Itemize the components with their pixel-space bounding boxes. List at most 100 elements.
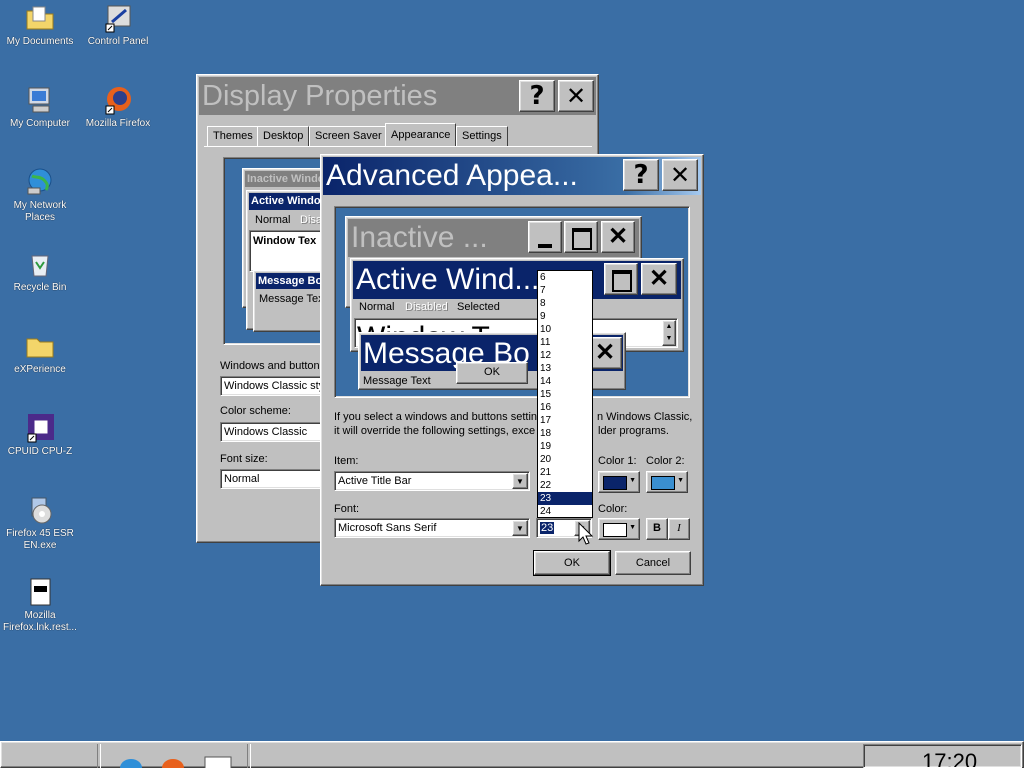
recycle-bin-icon xyxy=(31,255,49,277)
windows-buttons-combo[interactable]: Windows Classic styl xyxy=(220,376,322,396)
adv-preview-menu-disabled: Disabled xyxy=(405,301,448,313)
preview-menu-normal: Normal xyxy=(255,214,291,226)
adv-preview-message-text: Message Text xyxy=(363,375,431,387)
font-size-option[interactable]: 9 xyxy=(538,310,592,323)
font-combo-value: Microsoft Sans Serif xyxy=(338,522,437,534)
tab-screen-saver[interactable]: Screen Saver xyxy=(309,126,388,146)
desktop-icon-experience[interactable]: eXPerience xyxy=(0,330,80,376)
desktop-icon-recycle-bin[interactable]: Recycle Bin xyxy=(0,248,80,294)
preview-inactive-title: Inactive Windo xyxy=(245,171,327,187)
font-color-label: Color: xyxy=(598,503,628,515)
font-size-option[interactable]: 6 xyxy=(538,271,592,284)
font-size-option[interactable]: 21 xyxy=(538,466,592,479)
info-text-line1-tail: n Windows Classic, xyxy=(597,411,693,423)
adv-preview-menu-selected: Selected xyxy=(457,301,500,313)
adv-preview-active-title: Active Wind... xyxy=(356,263,540,296)
preview-message-title: Message Bo xyxy=(256,273,326,289)
font-size-option[interactable]: 11 xyxy=(538,336,592,349)
installer-icon xyxy=(31,497,52,524)
desktop-icon-label: My Computer xyxy=(9,118,70,129)
desktop-icon-label: Mozilla Firefox.lnk.rest... xyxy=(3,610,77,633)
quicklaunch-document-icon[interactable] xyxy=(203,755,235,768)
font-size-combo[interactable]: Normal xyxy=(220,469,322,489)
advanced-help-button[interactable]: ? xyxy=(623,159,659,191)
font-size-option[interactable]: 24 xyxy=(538,505,592,517)
font-size-option[interactable]: 15 xyxy=(538,388,592,401)
ok-button[interactable]: OK xyxy=(533,550,611,576)
adv-preview-menu-normal: Normal xyxy=(359,301,395,313)
quicklaunch-firefox-icon[interactable] xyxy=(160,758,186,768)
desktop-icon-label: My Documents xyxy=(6,36,74,47)
display-properties-help-button[interactable]: ? xyxy=(519,80,555,112)
desktop-icon-my-documents[interactable]: My Documents xyxy=(0,2,80,48)
adv-preview-maximize-icon xyxy=(564,221,598,253)
control-panel-icon xyxy=(105,5,131,33)
bold-button[interactable]: B xyxy=(646,518,668,540)
info-text-line2-tail: lder programs. xyxy=(598,425,669,437)
cpu-chip-icon xyxy=(27,414,54,443)
font-size-option[interactable]: 10 xyxy=(538,323,592,336)
font-size-option[interactable]: 19 xyxy=(538,440,592,453)
mouse-cursor-icon xyxy=(578,522,594,545)
desktop-icon-firefox-setup[interactable]: Firefox 45 ESR EN.exe xyxy=(0,494,80,552)
font-size-combo-value: 23 xyxy=(538,521,556,535)
font-size-option[interactable]: 20 xyxy=(538,453,592,466)
document-icon xyxy=(30,578,51,606)
tab-settings[interactable]: Settings xyxy=(456,126,508,146)
chevron-down-icon: ▼ xyxy=(629,477,636,484)
clock[interactable]: 17:20 xyxy=(922,749,977,767)
font-size-option[interactable]: 14 xyxy=(538,375,592,388)
adv-preview-scrollbar: ▲ ▼ xyxy=(662,320,676,346)
desktop-icon-my-network-places[interactable]: My Network Places xyxy=(0,166,80,224)
display-properties-close-button[interactable]: ✕ xyxy=(558,80,594,112)
cancel-button[interactable]: Cancel xyxy=(615,551,691,575)
folder-icon xyxy=(26,338,54,358)
color1-picker[interactable]: ▼ xyxy=(598,471,640,493)
system-tray: 17:20 xyxy=(863,744,1022,768)
quicklaunch-ie-icon[interactable] xyxy=(118,758,144,768)
font-size-option[interactable]: 16 xyxy=(538,401,592,414)
font-color-picker[interactable]: ▼ xyxy=(598,518,640,540)
font-size-option[interactable]: 13 xyxy=(538,362,592,375)
font-size-option[interactable]: 12 xyxy=(538,349,592,362)
font-size-option[interactable]: 8 xyxy=(538,297,592,310)
desktop-icon-label: eXPerience xyxy=(14,364,66,375)
folder-documents-icon xyxy=(26,6,54,30)
font-size-option[interactable]: 22 xyxy=(538,479,592,492)
tab-themes[interactable]: Themes xyxy=(207,126,259,146)
desktop-icon-cpuid[interactable]: CPUID CPU-Z xyxy=(0,412,80,458)
chevron-down-icon[interactable]: ▼ xyxy=(512,520,528,536)
desktop-icon-my-computer[interactable]: My Computer xyxy=(0,84,80,130)
desktop-icon-firefox-lnk[interactable]: Mozilla Firefox.lnk.rest... xyxy=(0,576,80,634)
taskbar-separator xyxy=(97,744,101,768)
color2-swatch xyxy=(651,476,675,490)
desktop-icon-control-panel[interactable]: Control Panel xyxy=(78,2,158,48)
advanced-close-button[interactable]: ✕ xyxy=(662,159,698,191)
font-combo[interactable]: Microsoft Sans Serif ▼ xyxy=(334,518,530,538)
item-label: Item: xyxy=(334,455,359,467)
font-color-swatch xyxy=(603,523,627,537)
font-size-option[interactable]: 17 xyxy=(538,414,592,427)
font-size-option[interactable]: 18 xyxy=(538,427,592,440)
tab-desktop[interactable]: Desktop xyxy=(257,126,310,146)
font-size-label: Font size: xyxy=(220,453,268,465)
chevron-down-icon[interactable]: ▼ xyxy=(512,473,528,489)
color-scheme-combo[interactable]: Windows Classic xyxy=(220,422,322,442)
color2-picker[interactable]: ▼ xyxy=(646,471,688,493)
desktop-icon-label: CPUID CPU-Z xyxy=(7,446,73,457)
adv-preview-close-icon: ✕ xyxy=(601,221,635,253)
desktop-icon-mozilla-firefox[interactable]: Mozilla Firefox xyxy=(78,84,158,130)
font-size-option[interactable]: 7 xyxy=(538,284,592,297)
adv-preview-minimize-icon xyxy=(528,221,562,253)
font-size-option[interactable]: 23 xyxy=(538,492,592,505)
taskbar-separator xyxy=(247,744,251,768)
color2-label: Color 2: xyxy=(646,455,685,467)
item-combo-value: Active Title Bar xyxy=(338,475,412,487)
item-combo[interactable]: Active Title Bar ▼ xyxy=(334,471,530,491)
font-size-dropdown-list[interactable]: 6 7 8 9 10 11 12 13 14 15 16 17 18 19 20 21 22 23 24 xyxy=(537,270,593,518)
adv-preview-message-close-icon: ✕ xyxy=(588,337,622,369)
desktop-icon-label: Firefox 45 ESR EN.exe xyxy=(6,528,74,551)
italic-button[interactable]: I xyxy=(668,518,690,540)
info-text-line2: it will override the following settings,… xyxy=(334,425,536,437)
tab-appearance[interactable]: Appearance xyxy=(385,123,457,147)
